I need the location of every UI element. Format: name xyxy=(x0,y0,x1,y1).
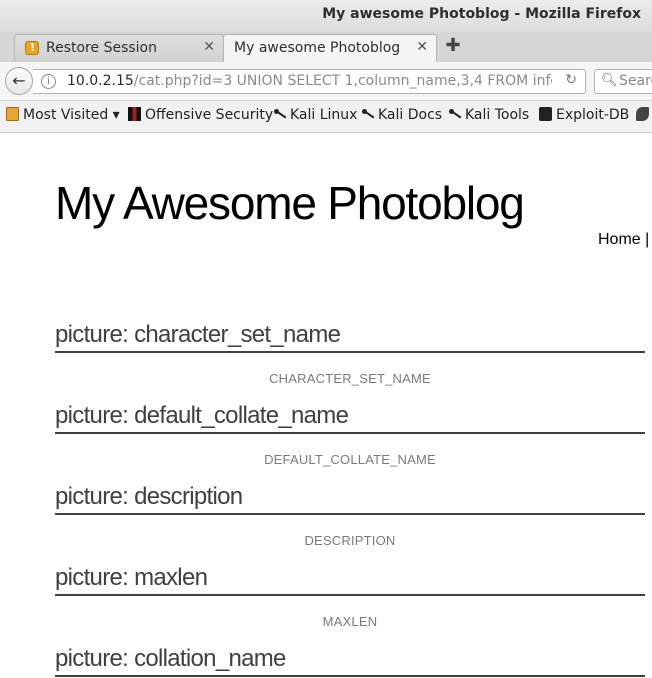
search-placeholder: Search xyxy=(619,73,652,89)
search-icon: 🔍︎ xyxy=(601,73,618,88)
url-path: /cat.php?id=3 UNION SELECT 1,column_name… xyxy=(133,73,552,89)
entry-link[interactable]: picture: default_collate_name xyxy=(55,402,349,429)
bookmark-label: Exploit-DB xyxy=(556,107,630,123)
bookmark-label: Offensive Security xyxy=(145,107,274,123)
url-host: 10.0.2.15 xyxy=(67,73,134,89)
bookmark-most-visited[interactable]: Most Visited ▾ xyxy=(6,107,120,127)
entry-title: picture: default_collate_name xyxy=(55,401,645,434)
search-box[interactable]: 🔍︎ Search xyxy=(594,69,652,94)
offsec-icon xyxy=(128,107,141,121)
url-text[interactable]: 10.0.2.15/cat.php?id=3 UNION SELECT 1,co… xyxy=(67,73,552,89)
window-title: My awesome Photoblog - Mozilla Firefox xyxy=(322,6,641,22)
warning-favicon-icon xyxy=(25,41,39,55)
tab-label: Restore Session xyxy=(46,40,157,56)
bookmark-offensive-security[interactable]: Offensive Security xyxy=(128,107,273,127)
bookmark-kali-tools[interactable]: Kali Tools xyxy=(448,107,529,127)
nav-home-link[interactable]: Home xyxy=(598,231,641,248)
tab-label: My awesome Photoblog xyxy=(234,40,401,56)
folder-icon xyxy=(6,107,19,121)
url-bar[interactable]: i 10.0.2.15/cat.php?id=3 UNION SELECT 1,… xyxy=(33,69,586,94)
new-tab-button[interactable]: ✚ xyxy=(445,35,461,59)
close-tab-icon[interactable]: ✕ xyxy=(416,39,428,55)
bookmarks-toolbar: Most Visited ▾ Offensive Security Kali L… xyxy=(0,101,652,133)
entry-title: picture: character_set_name xyxy=(55,320,645,353)
window-titlebar: My awesome Photoblog - Mozilla Firefox xyxy=(0,0,652,32)
bookmark-label: Kali Docs xyxy=(378,107,443,123)
entry-link[interactable]: picture: character_set_name xyxy=(55,321,341,348)
navigation-toolbar: ← i 10.0.2.15/cat.php?id=3 UNION SELECT … xyxy=(0,62,652,101)
entry-title: picture: maxlen xyxy=(55,563,645,596)
kali-dragon-icon xyxy=(361,107,374,121)
reload-icon[interactable]: ↻ xyxy=(565,72,577,88)
exploitdb-icon xyxy=(539,107,552,121)
site-nav: Home | xyxy=(598,231,649,249)
bookmark-label: Kali Linux xyxy=(290,107,358,123)
tab-strip: Restore Session ✕ My awesome Photoblog ✕ xyxy=(0,32,652,63)
bookmark-kali-linux[interactable]: Kali Linux xyxy=(273,107,357,127)
entry-title: picture: collation_name xyxy=(55,644,645,677)
kali-dragon-icon xyxy=(448,107,461,121)
bookmark-kali-docs[interactable]: Kali Docs xyxy=(361,107,442,127)
nav-separator: | xyxy=(645,231,650,248)
page-content: My Awesome Photoblog Home | picture: cha… xyxy=(0,133,652,678)
entry-caption: DEFAULT_COLLATE_NAME xyxy=(264,452,436,467)
entry-link[interactable]: picture: maxlen xyxy=(55,564,208,591)
entry-caption: DESCRIPTION xyxy=(304,533,396,548)
entry-title: picture: description xyxy=(55,482,645,515)
kali-dragon-icon xyxy=(273,107,286,121)
entry-caption: MAXLEN xyxy=(322,614,378,629)
tab-photoblog[interactable]: My awesome Photoblog ✕ xyxy=(223,34,437,63)
close-tab-icon[interactable]: ✕ xyxy=(203,39,215,55)
entry-link[interactable]: picture: description xyxy=(55,483,243,510)
bookmark-label: Most Visited ▾ xyxy=(23,107,120,123)
site-title: My Awesome Photoblog xyxy=(55,177,525,229)
site-info-icon[interactable]: i xyxy=(41,74,56,89)
bookmark-more-icon xyxy=(636,107,649,121)
tab-restore-session[interactable]: Restore Session ✕ xyxy=(14,34,224,62)
entry-link[interactable]: picture: collation_name xyxy=(55,645,286,672)
back-button[interactable]: ← xyxy=(5,67,33,95)
back-arrow-icon: ← xyxy=(12,71,26,90)
entry-caption: CHARACTER_SET_NAME xyxy=(269,371,431,386)
bookmark-label: Kali Tools xyxy=(465,107,530,123)
bookmark-overflow[interactable] xyxy=(636,107,652,127)
bookmark-exploit-db[interactable]: Exploit-DB xyxy=(539,107,629,127)
